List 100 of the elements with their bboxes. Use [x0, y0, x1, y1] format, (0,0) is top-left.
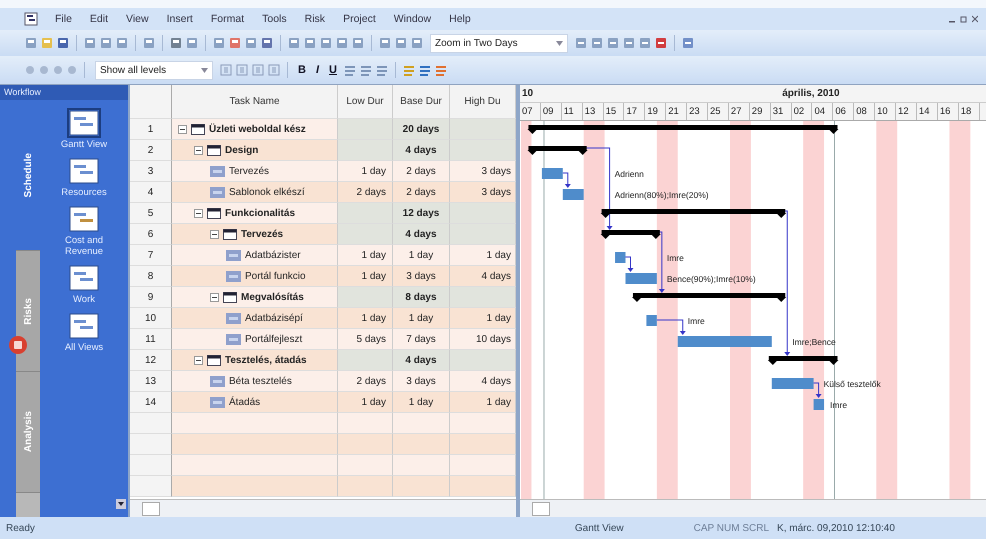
task-name: Design — [225, 144, 258, 156]
row-number: 8 — [130, 266, 172, 287]
table-cell: 1 day — [393, 245, 450, 266]
timescale-day: 31 — [770, 103, 792, 120]
app-logo-icon[interactable] — [24, 12, 38, 26]
task-bar — [646, 315, 657, 326]
row-number: 1 — [130, 119, 172, 140]
format-button[interactable]: B — [294, 64, 310, 76]
table-cell — [393, 455, 450, 476]
menu-item[interactable]: View — [119, 13, 156, 25]
task-icon — [226, 312, 241, 324]
format-button[interactable]: I — [312, 64, 324, 76]
timescale-day: 25 — [708, 103, 729, 120]
task-name: Adatbázister — [245, 250, 301, 260]
task-name: Tesztelés, átadás — [225, 354, 307, 366]
timescale-day: 08 — [854, 103, 876, 120]
table-cell — [450, 140, 516, 161]
task-bar — [772, 378, 814, 389]
summary-task-icon — [207, 144, 221, 156]
view-button[interactable]: Gantt View — [44, 110, 124, 150]
timescale-month: április, 2010 — [782, 87, 840, 101]
task-icon — [210, 186, 225, 198]
resource-label: Bence(90%);Imre(10%) — [666, 274, 756, 284]
table-cell — [393, 434, 450, 455]
collapse-icon[interactable] — [194, 146, 203, 154]
view-button[interactable]: Resources — [44, 158, 124, 198]
zoom-dropdown[interactable]: Zoom in Two Days — [430, 34, 568, 52]
menu-item[interactable]: Edit — [82, 13, 116, 25]
table-cell — [450, 119, 516, 140]
scroll-down-icon[interactable] — [116, 499, 126, 509]
view-icon[interactable] — [69, 265, 99, 291]
horizontal-scrollbar[interactable] — [130, 499, 516, 517]
table-cell: 7 days — [393, 329, 450, 350]
menu-item[interactable]: File — [48, 13, 79, 25]
workflow-tab[interactable]: Schedule — [16, 100, 40, 251]
table-cell: 2 days — [393, 161, 450, 182]
horizontal-scrollbar[interactable] — [520, 499, 986, 517]
menu-item[interactable]: Insert — [160, 13, 200, 25]
timescale-day: 16 — [938, 103, 959, 120]
caret-icon[interactable] — [556, 40, 563, 46]
resource-label: Imre;Bence — [792, 337, 836, 347]
table-cell: 1 day — [338, 392, 393, 413]
row-number: 6 — [130, 224, 172, 245]
table-cell: 1 day — [450, 308, 516, 329]
view-button[interactable]: All Views — [44, 313, 124, 353]
task-icon — [226, 270, 241, 282]
outline-level-dropdown[interactable]: Show all levels — [95, 60, 213, 80]
collapse-icon[interactable] — [194, 208, 203, 218]
resource-label: Imre — [666, 253, 684, 263]
table-cell: 10 days — [450, 329, 516, 350]
caret-icon[interactable] — [201, 68, 208, 72]
collapse-icon[interactable] — [210, 292, 219, 302]
align-center-icon[interactable] — [358, 63, 373, 77]
view-icon[interactable] — [69, 158, 99, 184]
task-name: Funkcionalitás — [225, 208, 296, 218]
align-right-icon[interactable] — [374, 63, 389, 77]
menu-item[interactable]: Help — [442, 13, 478, 25]
dependency-arrow — [625, 256, 634, 272]
view-button[interactable]: Work — [44, 265, 124, 305]
current-view-label: Gantt View — [574, 522, 624, 534]
collapse-icon[interactable] — [194, 356, 203, 364]
view-icon[interactable] — [69, 313, 99, 339]
task-name: Tervezés — [241, 228, 284, 240]
task-name: Béta tesztelés — [229, 376, 292, 386]
table-cell: 5 days — [338, 329, 393, 350]
task-name: Sablonok elkészí — [229, 186, 305, 198]
restore-icon[interactable] — [960, 15, 968, 23]
table-cell — [393, 413, 450, 434]
format-button[interactable]: U — [325, 64, 341, 76]
dependency-arrow — [656, 320, 686, 335]
menu-item[interactable]: Risk — [298, 13, 332, 25]
timescale-day: 17 — [624, 103, 646, 120]
summary-bar — [768, 356, 838, 365]
resource-label: Adrienn — [614, 169, 644, 179]
menu-item[interactable]: Tools — [255, 13, 294, 25]
view-icon[interactable] — [69, 110, 99, 136]
menu-item[interactable]: Window — [386, 13, 438, 25]
stop-icon[interactable] — [8, 335, 28, 355]
menu-item[interactable]: Format — [204, 13, 252, 25]
table-cell: 1 day — [393, 392, 450, 413]
menu-item[interactable]: Project — [336, 13, 383, 25]
timescale-day: 14 — [916, 103, 938, 120]
table-cell: 1 day — [338, 266, 393, 287]
timescale-day: 10 — [875, 103, 896, 120]
timescale-day: 04 — [812, 103, 834, 120]
table-cell — [450, 434, 516, 455]
resource-label: Adrienn(80%);Imre(20%) — [614, 190, 709, 200]
view-button[interactable]: Cost and Revenue — [44, 206, 124, 257]
row-number: 11 — [130, 329, 172, 350]
timescale-day: 27 — [728, 103, 750, 120]
row-number: 3 — [130, 161, 172, 182]
resource-label: Külső tesztelők — [824, 379, 881, 389]
view-icon[interactable] — [69, 206, 99, 232]
table-cell — [393, 476, 450, 497]
task-bar — [562, 189, 584, 200]
align-left-icon[interactable] — [342, 63, 357, 77]
collapse-icon[interactable] — [178, 124, 187, 134]
close-icon[interactable] — [972, 15, 978, 23]
collapse-icon[interactable] — [210, 230, 219, 238]
table-cell — [450, 203, 516, 224]
